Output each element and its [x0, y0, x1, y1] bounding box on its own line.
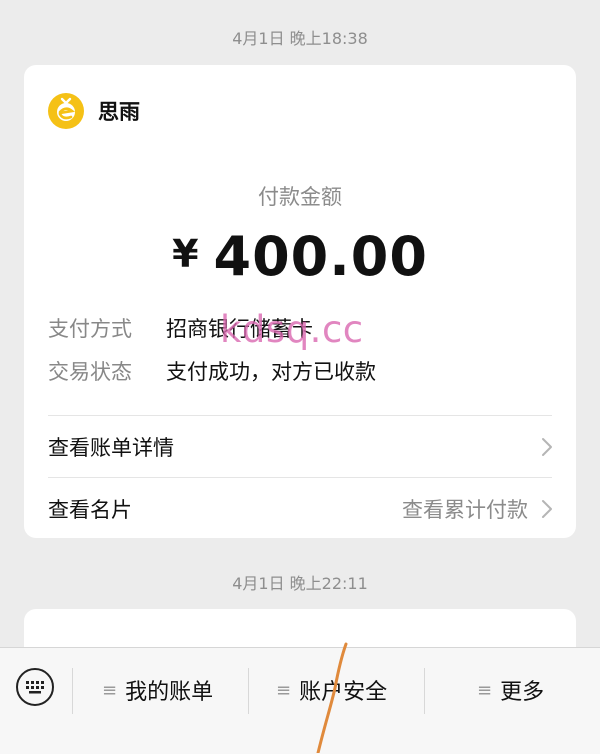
merchant-header[interactable]: 思雨: [48, 93, 140, 129]
menu-more-label: 更多: [500, 680, 545, 705]
payment-amount: ¥400.00: [24, 225, 576, 288]
menu-list-icon: ≡: [276, 679, 292, 701]
divider: [48, 415, 552, 416]
menu-list-icon: ≡: [102, 679, 118, 701]
cumulative-payment-link[interactable]: 查看累计付款: [402, 494, 528, 524]
divider: [48, 477, 552, 478]
view-bill-details-link[interactable]: 查看账单详情: [48, 427, 554, 467]
view-profile-label: 查看名片: [48, 498, 132, 522]
chevron-right-icon: [542, 500, 552, 518]
chevron-right-icon: [542, 438, 552, 456]
view-bill-details-label: 查看账单详情: [48, 436, 174, 460]
menu-my-bills-label: 我的账单: [125, 680, 214, 705]
message-timestamp: 4月1日 晚上22:11: [232, 574, 368, 593]
menu-account-security[interactable]: ≡ 账户安全: [276, 670, 387, 710]
transaction-status-label: 交易状态: [48, 360, 132, 384]
merchant-name: 思雨: [98, 100, 140, 124]
payment-card[interactable]: 思雨 付款金额 ¥400.00 支付方式 招商银行储蓄卡 交易状态 支付成功，对…: [24, 65, 576, 538]
menu-account-security-label: 账户安全: [299, 680, 388, 705]
menu-my-bills[interactable]: ≡ 我的账单: [102, 670, 213, 710]
menu-separator: [424, 668, 425, 714]
bottom-menu-bar: ≡ 我的账单 ≡ 账户安全 ≡ 更多: [0, 647, 600, 754]
menu-more[interactable]: ≡ 更多: [477, 670, 544, 710]
transaction-status-value: 支付成功，对方已收款: [166, 360, 376, 384]
currency-symbol: ¥: [172, 232, 200, 276]
keyboard-toggle-button[interactable]: [16, 668, 54, 706]
amount-label: 付款金额: [258, 185, 342, 209]
view-profile-link[interactable]: 查看名片 查看累计付款: [48, 489, 554, 529]
payment-method-label: 支付方式: [48, 317, 132, 341]
amount-value: 400.00: [213, 225, 428, 288]
watermark: kdsq.cc: [220, 308, 364, 351]
menu-separator: [248, 668, 249, 714]
menu-list-icon: ≡: [477, 679, 493, 701]
transaction-status-row: 交易状态 支付成功，对方已收款: [48, 356, 376, 386]
keyboard-icon: [26, 681, 44, 694]
merchant-logo-icon: [48, 93, 84, 129]
menu-separator: [72, 668, 73, 714]
message-timestamp: 4月1日 晚上18:38: [232, 29, 368, 48]
